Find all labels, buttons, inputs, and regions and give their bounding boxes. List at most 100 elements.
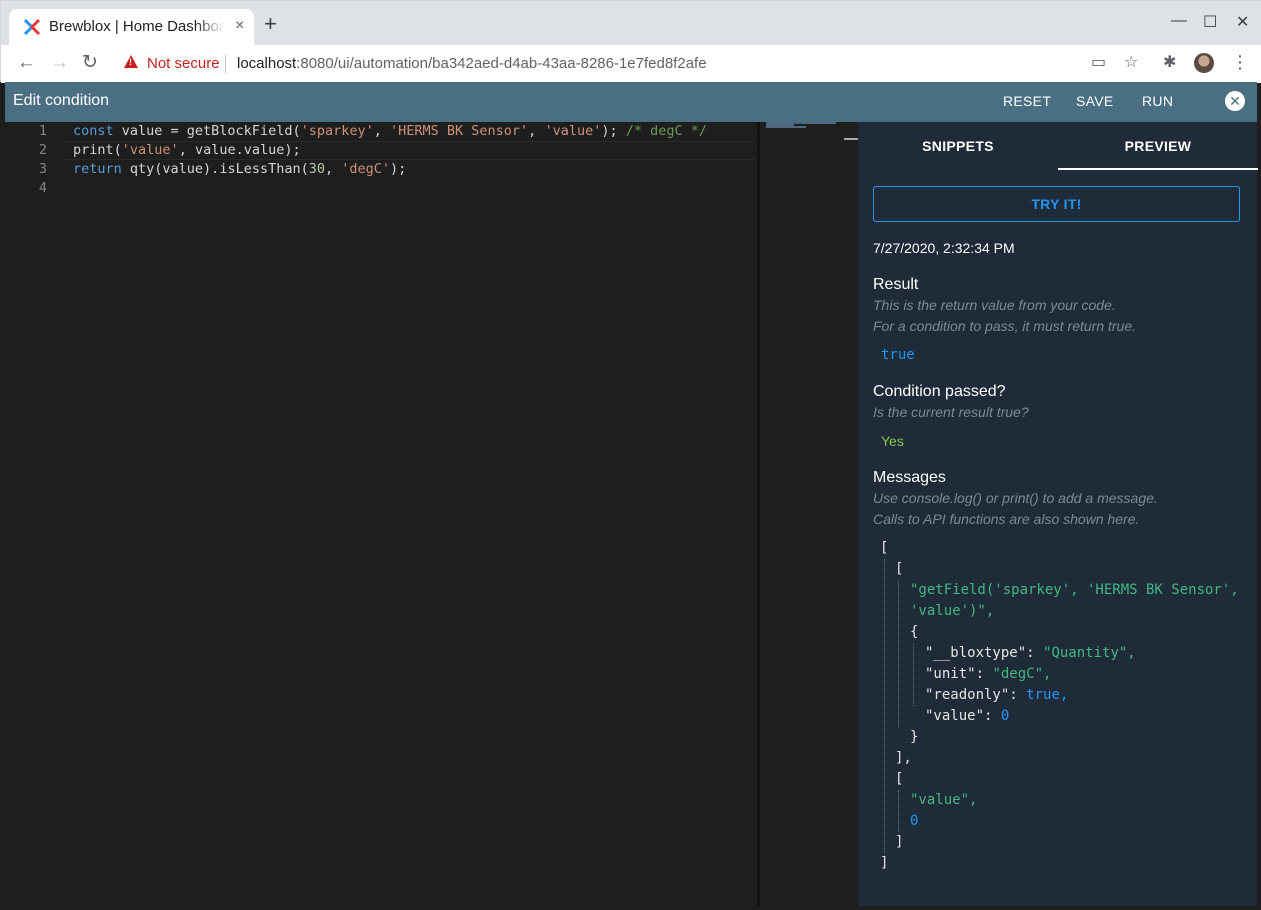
security-label[interactable]: Not secure bbox=[147, 55, 220, 72]
minimize-icon[interactable]: — bbox=[1171, 12, 1187, 30]
result-hint-2: For a condition to pass, it must return … bbox=[873, 318, 1137, 334]
json-token: 0 bbox=[910, 813, 919, 829]
json-token: [ bbox=[895, 561, 904, 577]
forward-icon[interactable]: → bbox=[50, 52, 69, 74]
condition-value: Yes bbox=[881, 433, 904, 449]
json-indent-guide bbox=[898, 790, 899, 832]
code-token: qty(value).isLessThan( bbox=[121, 161, 309, 177]
new-tab-button[interactable]: + bbox=[264, 13, 277, 35]
tab-close-icon[interactable]: × bbox=[235, 17, 244, 35]
dialog-title: Edit condition bbox=[13, 92, 110, 109]
line-number: 2 bbox=[38, 142, 47, 158]
condition-heading: Condition passed? bbox=[873, 383, 1006, 400]
json-token: "unit": bbox=[925, 666, 993, 682]
result-value: true bbox=[881, 347, 915, 363]
code-token: 30 bbox=[308, 161, 325, 177]
line-number: 4 bbox=[38, 180, 47, 196]
result-hint-1: This is the return value from your code. bbox=[873, 297, 1116, 313]
json-line: [ bbox=[880, 538, 888, 559]
code-line[interactable]: 3 return qty(value).isLessThan(30, 'degC'… bbox=[5, 160, 755, 179]
json-line: ] bbox=[880, 853, 888, 874]
address-separator bbox=[225, 55, 226, 73]
address-bar[interactable]: Not secure localhost:8080/ui/automation/… bbox=[113, 48, 1153, 80]
minimap-line bbox=[766, 126, 806, 128]
json-token: { bbox=[910, 624, 919, 640]
profile-avatar[interactable] bbox=[1194, 53, 1214, 73]
json-token: "degC", bbox=[992, 666, 1052, 682]
messages-hint-1: Use console.log() or print() to add a me… bbox=[873, 490, 1158, 506]
url-text[interactable]: localhost:8080/ui/automation/ba342aed-d4… bbox=[237, 55, 707, 72]
tab-preview[interactable]: PREVIEW bbox=[1058, 122, 1258, 170]
tab-snippets[interactable]: SNIPPETS bbox=[858, 122, 1058, 170]
json-token: [ bbox=[880, 540, 889, 556]
panel-tabs: SNIPPETS PREVIEW bbox=[858, 122, 1258, 170]
code-text: return qty(value).isLessThan(30, 'degC')… bbox=[73, 160, 406, 179]
code-token: , bbox=[324, 161, 342, 177]
preview-panel: SNIPPETS PREVIEW TRY IT! 7/27/2020, 2:32… bbox=[858, 122, 1258, 906]
try-it-button[interactable]: TRY IT! bbox=[873, 186, 1240, 222]
code-token: value = getBlockField( bbox=[113, 123, 301, 139]
json-token: "value": bbox=[925, 708, 1001, 724]
scrollbar-cursor-marker bbox=[844, 138, 858, 140]
save-button[interactable]: SAVE bbox=[1076, 93, 1114, 109]
json-token: ], bbox=[895, 750, 912, 766]
tab-title: Brewblox | Home Dashboard bbox=[49, 18, 225, 35]
run-timestamp: 7/27/2020, 2:32:34 PM bbox=[873, 240, 1015, 256]
json-line: 0 bbox=[910, 811, 918, 832]
code-token: ); bbox=[601, 123, 626, 139]
json-token: "Quantity", bbox=[1043, 645, 1136, 661]
bookmark-star-icon[interactable]: ☆ bbox=[1124, 54, 1138, 72]
dialog-header: Edit condition RESET SAVE RUN ✕ bbox=[5, 82, 1257, 122]
code-token: return bbox=[73, 161, 122, 177]
browser-tab[interactable]: Brewblox | Home Dashboard × bbox=[9, 9, 254, 45]
code-token: 'degC' bbox=[341, 161, 391, 177]
maximize-icon[interactable]: ☐ bbox=[1203, 12, 1217, 32]
url-host: localhost bbox=[237, 55, 297, 72]
json-line: [ bbox=[895, 769, 903, 790]
code-token: 'sparkey' bbox=[300, 123, 374, 139]
code-token: const bbox=[73, 123, 114, 139]
json-line: ] bbox=[895, 832, 903, 853]
window-close-icon[interactable]: ✕ bbox=[1236, 12, 1249, 32]
json-line: } bbox=[910, 727, 918, 748]
code-token: 'value' bbox=[121, 142, 179, 158]
run-button[interactable]: RUN bbox=[1142, 93, 1173, 109]
json-token: "getField('sparkey', 'HERMS BK Sensor', bbox=[910, 582, 1239, 598]
code-line[interactable]: 1 const value = getBlockField('sparkey', … bbox=[5, 122, 755, 141]
code-token: , bbox=[528, 123, 545, 139]
cast-icon[interactable]: ▭ bbox=[1091, 54, 1106, 72]
json-line: "readonly": true, bbox=[925, 685, 1068, 706]
code-editor[interactable]: 1 const value = getBlockField('sparkey' , … bbox=[5, 122, 755, 906]
json-token: } bbox=[910, 729, 919, 745]
browser-menu-icon[interactable]: ⋮ bbox=[1231, 52, 1249, 72]
code-token: 'value' bbox=[544, 123, 602, 139]
json-line: 'value')", bbox=[910, 601, 994, 622]
reset-button[interactable]: RESET bbox=[1003, 93, 1051, 109]
editor-scrollbar[interactable] bbox=[843, 122, 858, 906]
code-text: print('value', value.value); bbox=[73, 141, 301, 160]
json-indent-guide bbox=[913, 643, 914, 706]
tab-strip: Brewblox | Home Dashboard × + — ☐ ✕ bbox=[1, 1, 1261, 45]
extensions-icon[interactable]: ✱ bbox=[1163, 54, 1176, 72]
back-icon[interactable]: ← bbox=[17, 52, 36, 74]
brewblox-logo-icon bbox=[23, 18, 41, 36]
code-line[interactable]: 2 print('value', value.value); bbox=[5, 141, 755, 160]
warning-icon bbox=[124, 55, 138, 68]
url-path: :8080/ui/automation/ba342aed-d4ab-43aa-8… bbox=[296, 55, 707, 72]
json-token: true, bbox=[1026, 687, 1069, 703]
json-indent-guide bbox=[884, 559, 885, 853]
browser-chrome: Brewblox | Home Dashboard × + — ☐ ✕ ← → … bbox=[0, 0, 1261, 83]
line-number: 3 bbox=[38, 161, 47, 177]
reload-icon[interactable]: ↻ bbox=[82, 52, 98, 74]
json-line: ], bbox=[895, 748, 912, 769]
close-dialog-icon[interactable]: ✕ bbox=[1225, 91, 1245, 111]
editor-minimap[interactable] bbox=[757, 122, 843, 906]
line-number: 1 bbox=[38, 123, 47, 139]
code-token: , bbox=[373, 123, 390, 139]
messages-hint-2: Calls to API functions are also shown he… bbox=[873, 511, 1140, 527]
code-token: /* degC */ bbox=[625, 123, 708, 139]
json-token: "readonly": bbox=[925, 687, 1027, 703]
code-token: , value.value); bbox=[178, 142, 301, 158]
json-line: "value": 0 bbox=[925, 706, 1009, 727]
code-line[interactable]: 4 bbox=[5, 179, 755, 198]
